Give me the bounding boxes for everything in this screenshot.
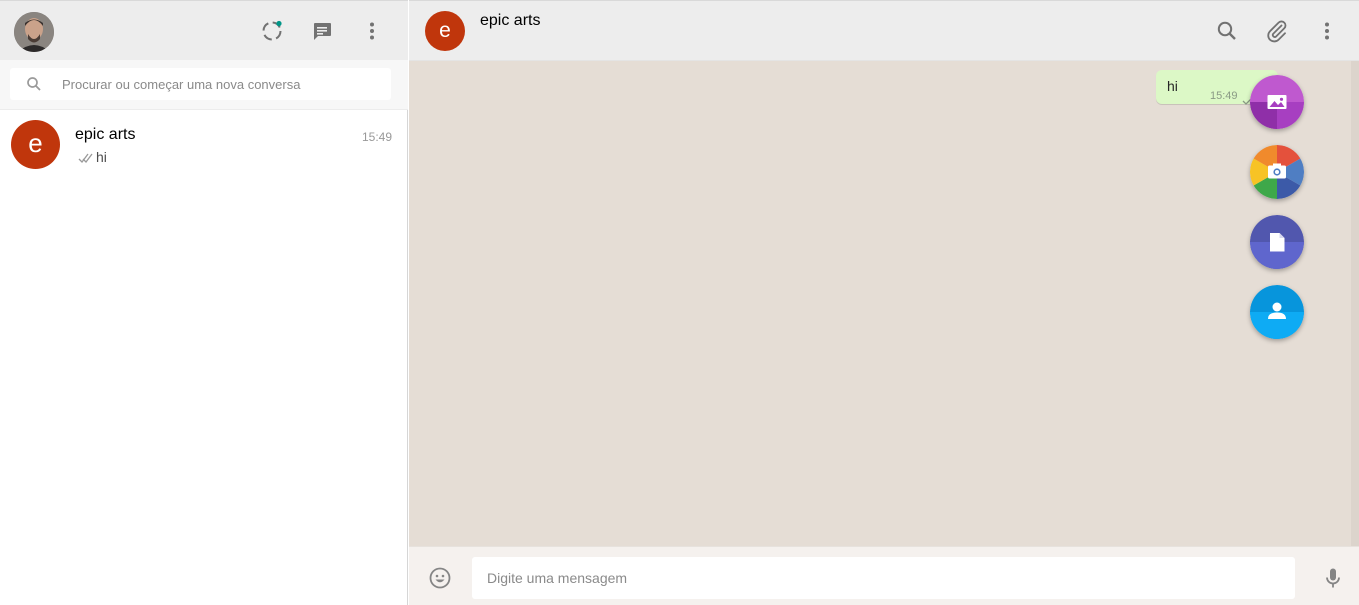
attach-contact-button[interactable] — [1250, 285, 1304, 339]
document-icon — [1250, 215, 1304, 269]
whatsapp-web-app: e epic arts 15:49 hi e epic arts — [0, 0, 1359, 605]
search-icon — [26, 76, 42, 92]
message-area: hi 15:49 — [409, 61, 1359, 546]
contact-avatar[interactable]: e — [425, 11, 465, 51]
message-text: hi — [1167, 78, 1178, 94]
message-input[interactable] — [472, 557, 1295, 599]
chat-name: epic arts — [75, 126, 136, 143]
conversation-header: e epic arts — [409, 0, 1359, 61]
image-icon — [1250, 75, 1304, 129]
attach-camera-button[interactable] — [1250, 145, 1304, 199]
contact-icon — [1250, 285, 1304, 339]
search-input[interactable] — [62, 68, 382, 100]
search-icon[interactable] — [1215, 19, 1239, 43]
attach-photos-button[interactable] — [1250, 75, 1304, 129]
conversation-pane: e epic arts hi 15:49 Digite uma mensagem — [409, 0, 1359, 605]
chat-list-item[interactable]: e epic arts 15:49 hi — [0, 110, 407, 182]
chat-avatar: e — [11, 120, 60, 169]
sidebar: e epic arts 15:49 hi — [0, 0, 408, 605]
scrollbar[interactable] — [1351, 61, 1359, 546]
chat-last-message: hi — [96, 149, 107, 165]
composer — [409, 546, 1359, 605]
contact-name[interactable]: epic arts — [480, 12, 540, 30]
camera-icon — [1250, 145, 1304, 199]
search-bar — [0, 60, 408, 110]
search-box — [10, 68, 391, 100]
sidebar-header — [0, 0, 408, 60]
emoji-icon[interactable] — [428, 566, 452, 590]
message-time: 15:49 — [1210, 90, 1238, 102]
avatar[interactable] — [14, 12, 54, 52]
chat-time: 15:49 — [361, 130, 392, 144]
double-check-icon — [78, 151, 94, 163]
menu-icon[interactable] — [360, 19, 384, 43]
new-chat-icon[interactable] — [310, 19, 334, 43]
attach-icon[interactable] — [1265, 19, 1289, 43]
menu-icon[interactable] — [1315, 19, 1339, 43]
status-icon[interactable] — [260, 19, 284, 43]
microphone-icon[interactable] — [1321, 566, 1345, 590]
attach-document-button[interactable] — [1250, 215, 1304, 269]
